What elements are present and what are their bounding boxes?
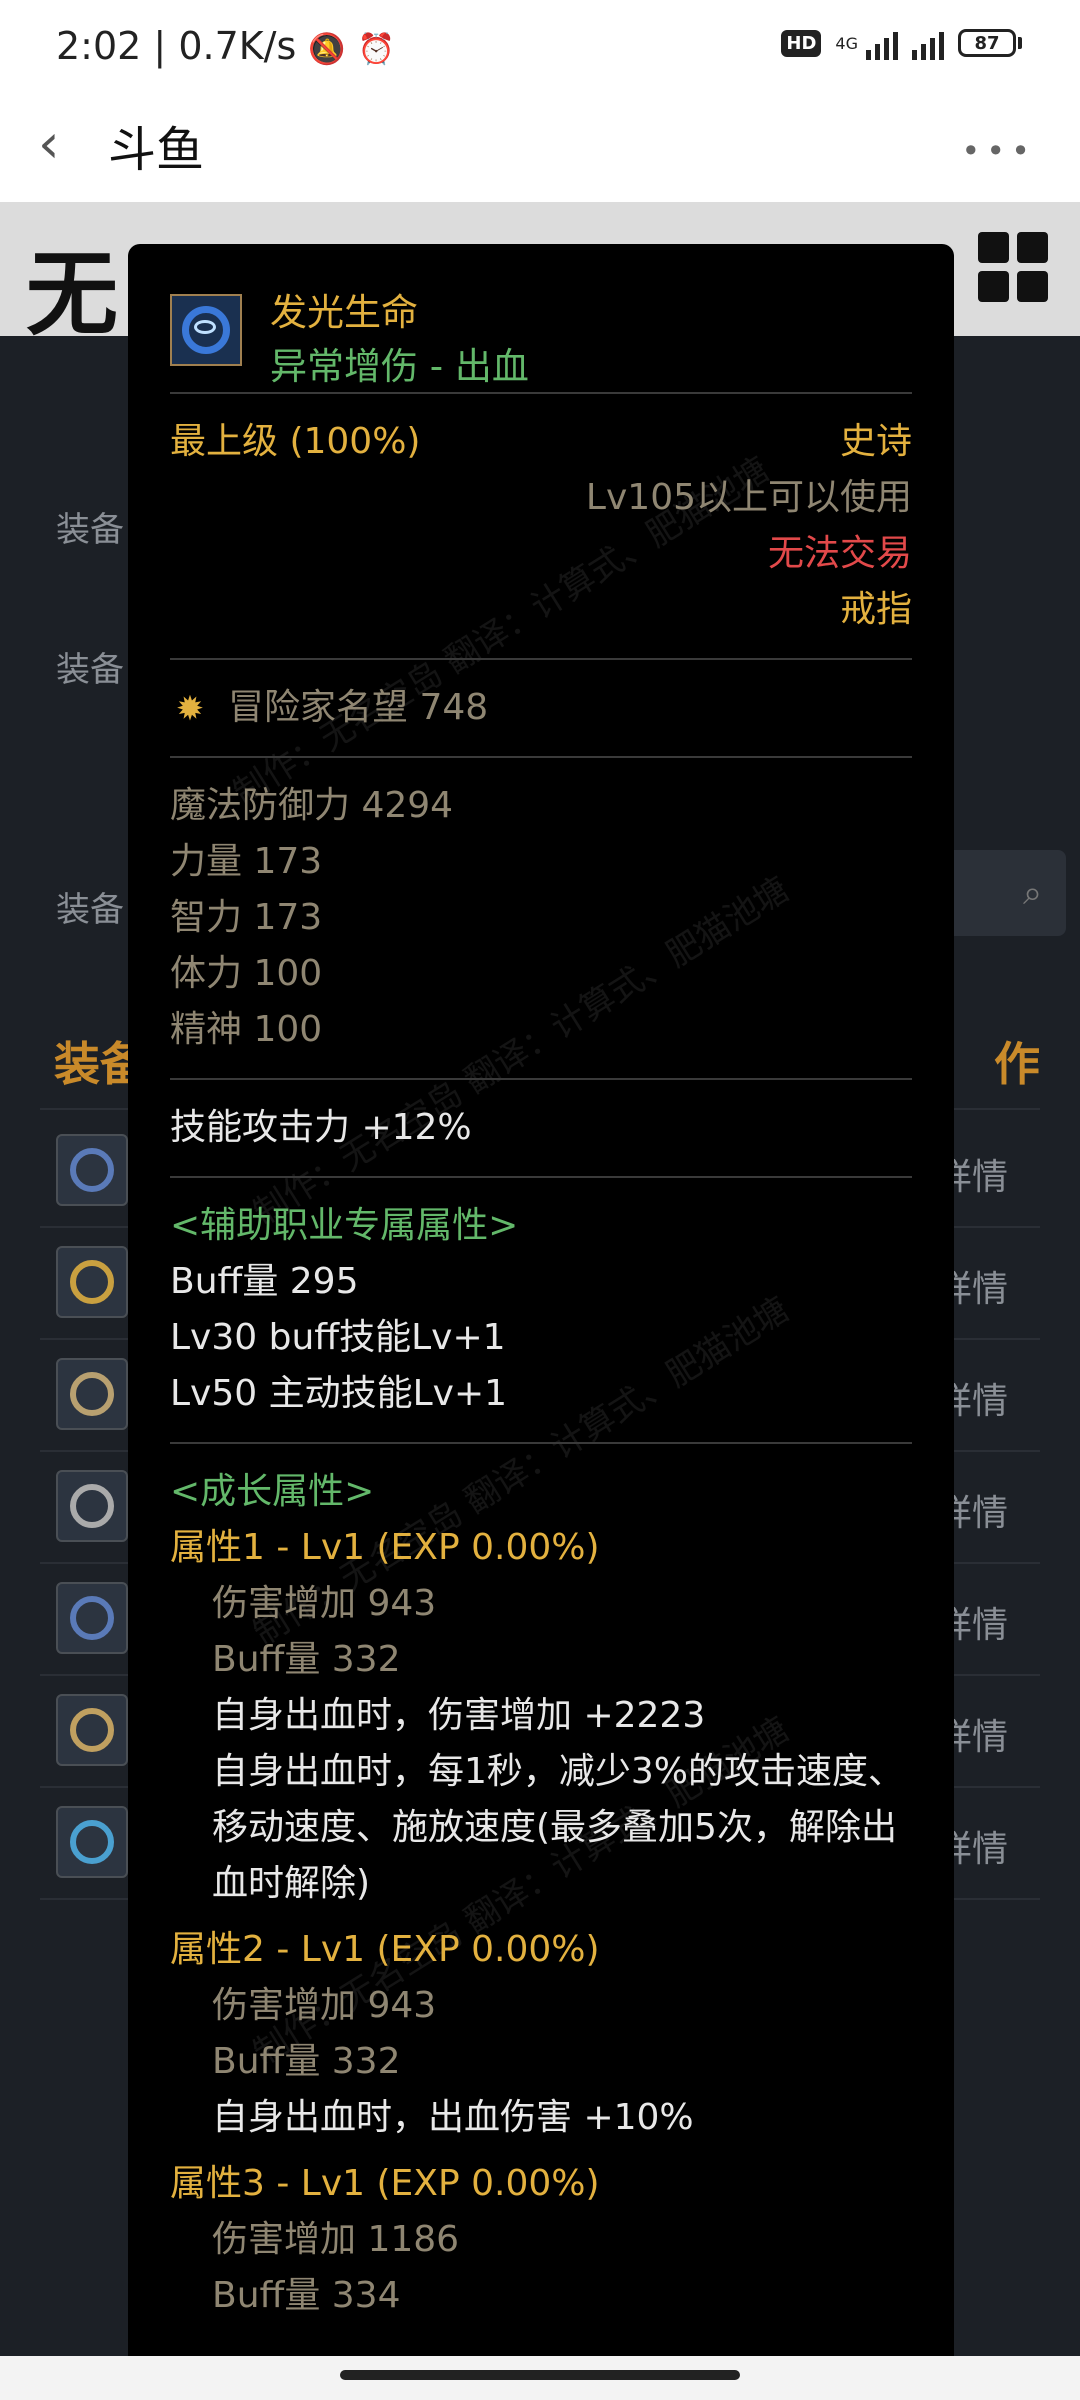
more-options-icon[interactable]: ••• — [961, 132, 1036, 170]
search-icon[interactable]: ⌕ — [946, 850, 1066, 936]
skill-attack-section: 技能攻击力 +12% — [170, 1080, 912, 1176]
attribute-effect: 自身出血时，出血伤害 +10% — [212, 2097, 694, 2138]
battery-tip — [1018, 37, 1022, 49]
stat-line: 魔法防御力 4294 — [170, 785, 454, 826]
stat-line: 力量 173 — [170, 841, 323, 882]
support-line: Buff量 295 — [170, 1261, 359, 1302]
attribute-effect: 自身出血时，伤害增加 +2223 — [212, 1695, 706, 1736]
attribute-effect: 自身出血时，每1秒，减少3%的攻击速度、移动速度、施放速度(最多叠加5次，解除出… — [212, 1751, 905, 1904]
app-bar: ‹ 斗鱼 ••• — [0, 96, 1080, 202]
equipment-icon[interactable] — [56, 1246, 128, 1318]
level-requirement: Lv105以上可以使用 — [585, 477, 912, 518]
item-subtitle: 异常增伤 - 出血 — [270, 345, 529, 388]
fame-section: ✹ 冒险家名望 748 — [170, 660, 912, 756]
support-header: <辅助职业专属属性> — [170, 1205, 519, 1246]
item-slot: 戒指 — [839, 589, 912, 630]
growth-header: <成长属性> — [170, 1471, 375, 1512]
home-indicator[interactable] — [340, 2370, 740, 2380]
status-indicators: HD 4G 87 — [781, 26, 1022, 60]
status-time: 2:02 | 0.7K/s 🔕 ⏰ — [56, 24, 396, 68]
stat-line: 智力 173 — [170, 897, 323, 938]
attribute-stat: 伤害增加 1186 — [212, 2219, 460, 2260]
battery-icon: 87 — [958, 29, 1016, 57]
equipment-icon[interactable] — [56, 1806, 128, 1878]
bg-label: 装备 — [56, 650, 124, 690]
mute-icon: 🔕 — [308, 32, 346, 67]
item-grade: 最上级 (100%) — [170, 421, 421, 462]
equipment-icon[interactable] — [56, 1470, 128, 1542]
bg-label: 装备 — [56, 510, 124, 550]
bg-label: 装备 — [56, 890, 124, 930]
stat-line: 精神 100 — [170, 1009, 323, 1050]
alarm-icon: ⏰ — [357, 32, 396, 67]
item-tooltip: 制作：无名空岛 翻译：计算式、肥猫池塘 制作：无名空岛 翻译：计算式、肥猫池塘 … — [128, 244, 954, 2400]
attribute-stat: 伤害增加 943 — [212, 1583, 437, 1624]
attribute-stat: 伤害增加 943 — [212, 1985, 437, 2026]
item-rarity: 史诗 — [839, 421, 912, 462]
grid-menu-icon[interactable] — [978, 232, 1048, 302]
signal-icon-2 — [912, 26, 944, 60]
stat-line: 体力 100 — [170, 953, 323, 994]
attribute-stat: Buff量 332 — [212, 1639, 401, 1680]
fame-icon: ✹ — [175, 689, 205, 729]
equipment-icon[interactable] — [56, 1694, 128, 1766]
support-line: Lv50 主动技能Lv+1 — [170, 1373, 508, 1414]
skill-attack: 技能攻击力 +12% — [170, 1107, 472, 1148]
page-title: 斗鱼 — [108, 122, 205, 178]
attribute-title: 属性1 - Lv1 (EXP 0.00%) — [170, 1527, 600, 1568]
support-section: <辅助职业专属属性> Buff量 295 Lv30 buff技能Lv+1 Lv5… — [170, 1178, 912, 1442]
status-bar: 2:02 | 0.7K/s 🔕 ⏰ HD 4G 87 — [0, 0, 1080, 96]
fame-value: 冒险家名望 748 — [228, 687, 489, 728]
section-heading-right: 作 — [994, 1037, 1040, 1091]
equipment-icon[interactable] — [56, 1582, 128, 1654]
growth-section: <成长属性> 属性1 - Lv1 (EXP 0.00%) 伤害增加 943 Bu… — [170, 1444, 912, 2344]
item-info: 最上级 (100%) 史诗 Lv105以上可以使用 无法交易 戒指 — [170, 394, 912, 658]
trade-status: 无法交易 — [767, 533, 912, 574]
network-type: 4G — [835, 33, 858, 53]
back-icon[interactable]: ‹ — [38, 117, 86, 171]
hd-badge: HD — [781, 29, 822, 57]
item-header: 发光生命 异常增伤 - 出血 — [170, 244, 912, 392]
equipment-icon[interactable] — [56, 1358, 128, 1430]
signal-icon — [866, 26, 898, 60]
base-stats: 魔法防御力 4294 力量 173 智力 173 体力 100 精神 100 — [170, 758, 912, 1078]
attribute-title: 属性2 - Lv1 (EXP 0.00%) — [170, 1929, 600, 1970]
attribute-stat: Buff量 332 — [212, 2041, 401, 2082]
support-line: Lv30 buff技能Lv+1 — [170, 1317, 506, 1358]
item-name: 发光生命 — [270, 291, 418, 334]
attribute-stat: Buff量 334 — [212, 2275, 401, 2316]
equipment-icon[interactable] — [56, 1134, 128, 1206]
ring-icon — [170, 294, 242, 366]
attribute-title: 属性3 - Lv1 (EXP 0.00%) — [170, 2163, 600, 2204]
